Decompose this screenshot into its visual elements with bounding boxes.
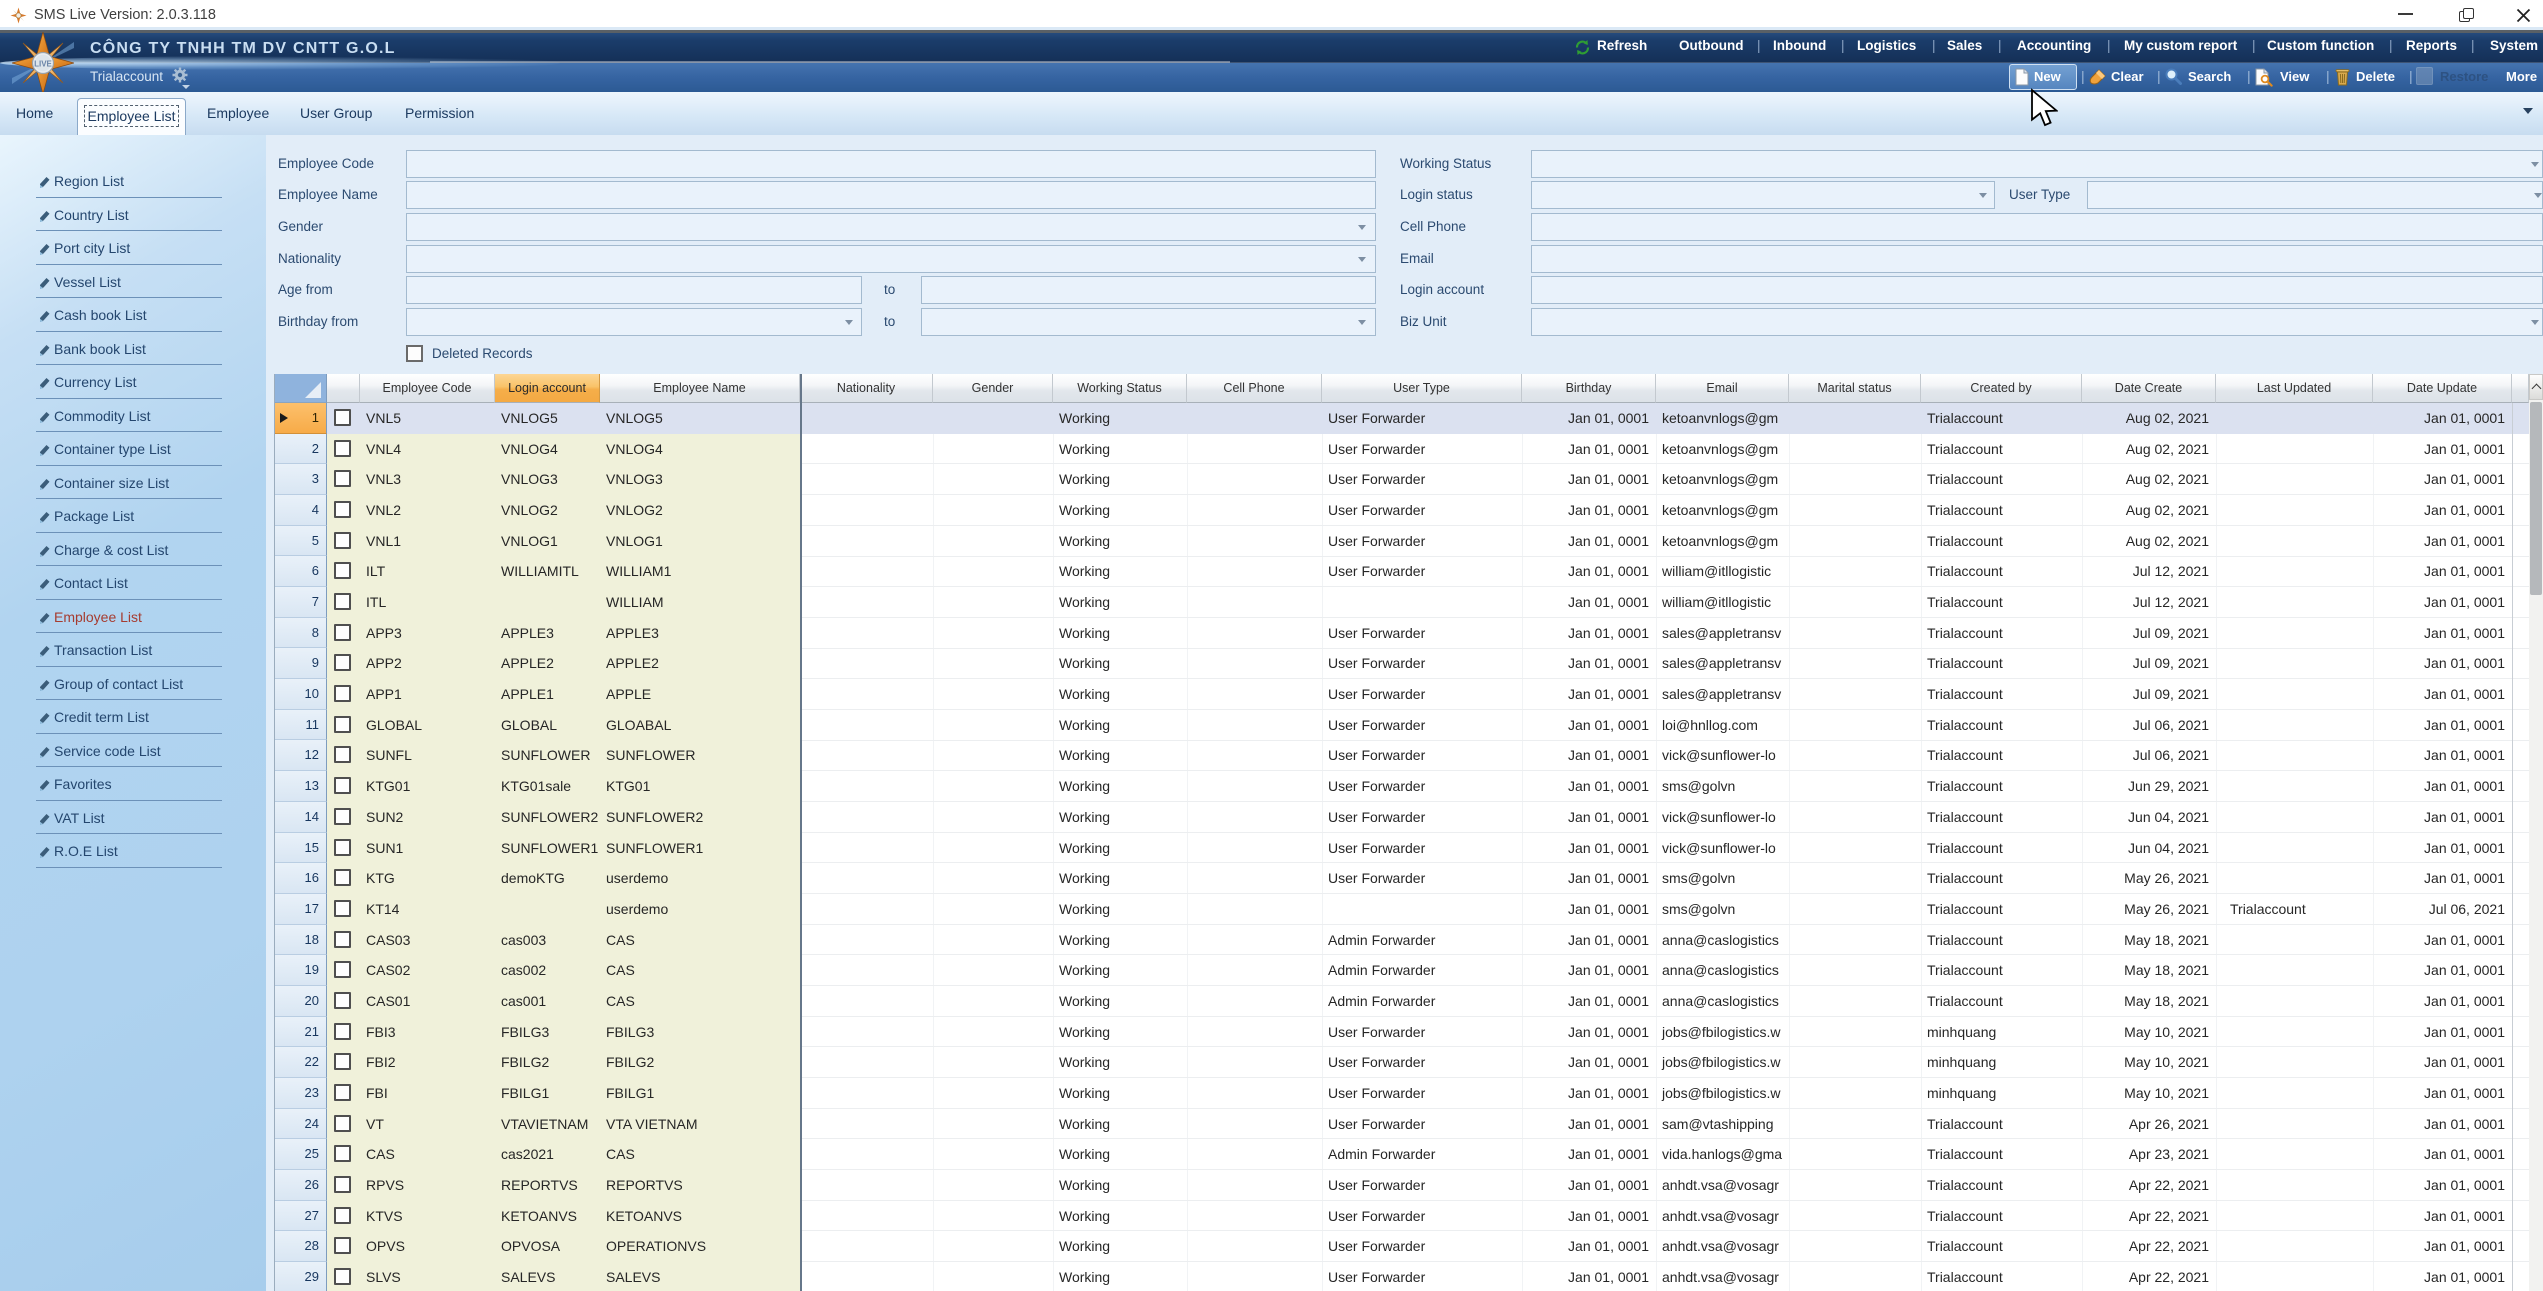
- svg-text:LIVE: LIVE: [34, 60, 52, 69]
